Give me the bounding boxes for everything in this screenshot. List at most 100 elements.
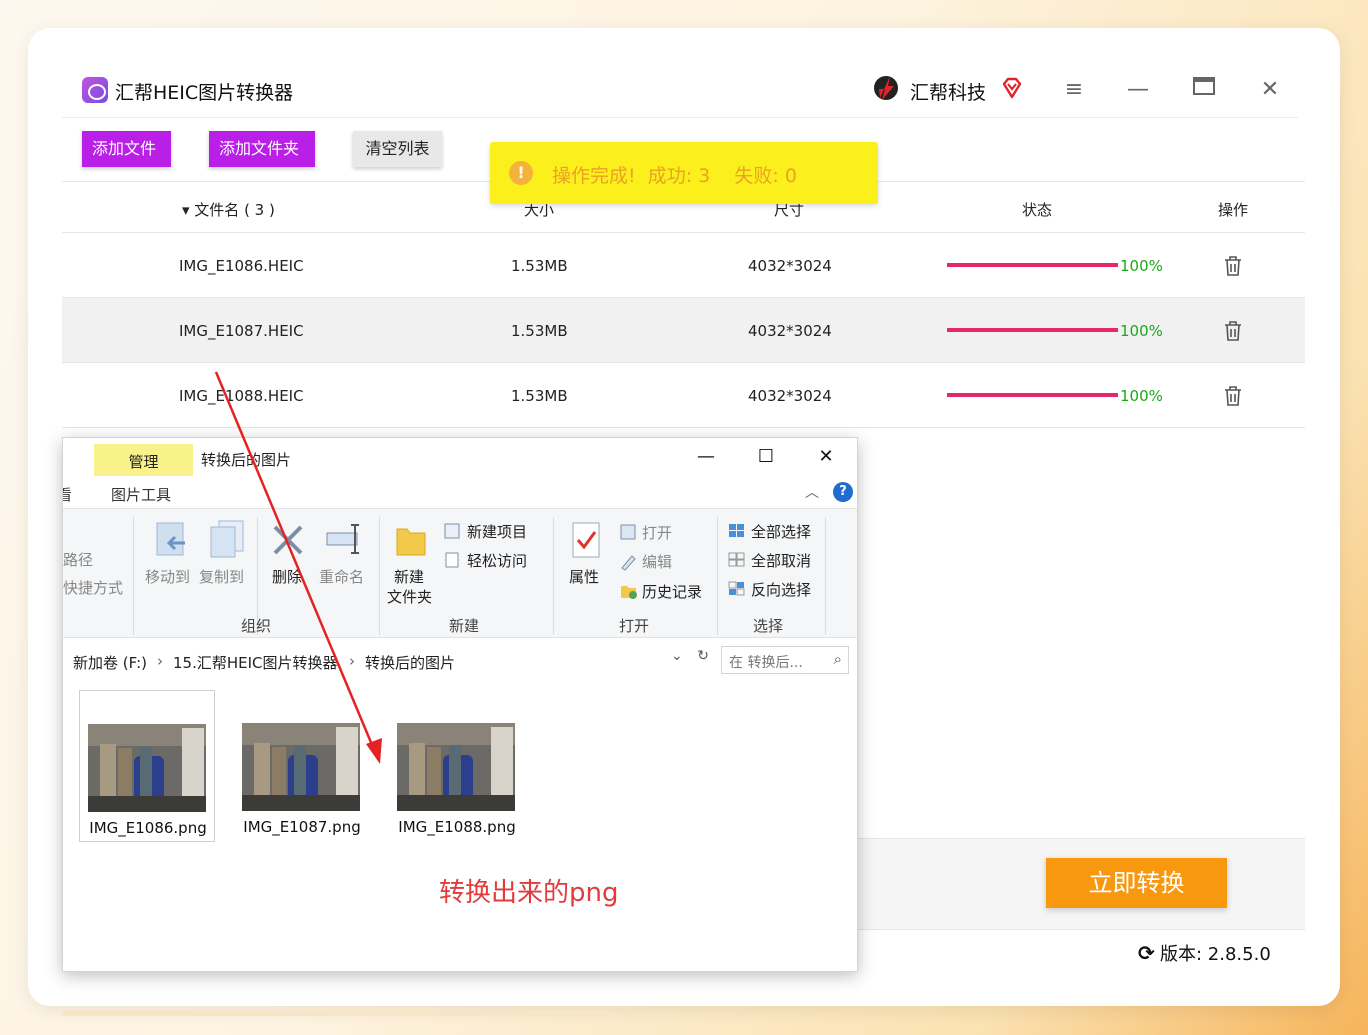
easy-access-button[interactable]: 轻松访问 [467,550,527,571]
app-logo-icon [82,77,108,103]
paste-shortcut-button[interactable]: 快捷方式 [63,577,123,598]
file-explorer-window: 管理 转换后的图片 — ☐ ✕ 看 图片工具 ︿ ? 路径 快捷方式 移动到 复… [62,437,858,972]
copy-to-button[interactable]: 复制到 [199,566,244,587]
add-folder-button[interactable]: 添加文件夹 [209,131,315,167]
tab-manage[interactable]: 管理 [94,444,193,476]
explorer-maximize-icon[interactable]: ☐ [751,446,781,470]
image-thumbnail [88,724,206,812]
invert-selection-button[interactable]: 反向选择 [751,579,811,600]
edit-icon [621,555,636,571]
column-header-name[interactable]: ▾ 文件名 ( 3 ) [182,199,275,220]
file-size: 1.53MB [511,387,568,405]
annotation-caption: 转换出来的png [439,878,619,908]
delete-icon [273,525,303,555]
file-name: IMG_E1086.png [89,819,207,837]
table-row[interactable]: IMG_E1088.HEIC 1.53MB 4032*3024 100% [62,363,1305,428]
progress-label: 100% [1120,387,1163,405]
image-thumbnail [242,723,360,811]
breadcrumb-current-folder[interactable]: 转换后的图片 [365,652,455,673]
new-item-icon [444,523,460,539]
history-icon [621,586,637,599]
new-folder-button-line2[interactable]: 文件夹 [387,586,432,607]
open-button[interactable]: 打开 [642,522,672,543]
file-name: IMG_E1088.png [398,818,516,836]
file-name: IMG_E1086.HEIC [179,257,304,275]
invert-selection-icon [728,581,745,596]
group-organize-label: 组织 [241,617,272,635]
trash-icon[interactable] [1223,255,1243,277]
file-item[interactable]: IMG_E1088.png [389,690,525,842]
vip-diamond-icon[interactable] [1000,76,1024,100]
bottom-strip [62,1010,612,1016]
edit-button[interactable]: 编辑 [642,551,672,572]
version-number: 2.8.5.0 [1207,944,1271,965]
explorer-title: 转换后的图片 [201,451,292,469]
breadcrumb-separator-icon: › [157,652,163,670]
collapse-ribbon-icon[interactable]: ︿ [805,482,819,502]
file-size: 1.53MB [511,257,568,275]
file-size: 1.53MB [511,322,568,340]
breadcrumb-app-folder[interactable]: 15.汇帮HEIC图片转换器 [173,652,338,673]
properties-icon [572,522,600,558]
clear-list-button[interactable]: 清空列表 [353,131,442,167]
brand-logo-icon [874,76,898,100]
new-item-button[interactable]: 新建项目 [467,521,527,542]
history-button[interactable]: 历史记录 [642,581,702,602]
move-to-icon [156,522,185,556]
table-row[interactable]: IMG_E1087.HEIC 1.53MB 4032*3024 100% [62,298,1305,363]
explorer-minimize-icon[interactable]: — [691,446,721,470]
tab-view[interactable]: 看 [63,484,72,505]
rename-icon [326,524,359,554]
search-input[interactable]: 在 转换后... ⌕ [721,646,849,674]
search-icon: ⌕ [833,650,842,668]
new-folder-icon [396,528,426,556]
column-header-action: 操作 [1218,201,1249,219]
progress-bar [947,328,1118,332]
file-dimensions: 4032*3024 [748,257,832,275]
file-item[interactable]: IMG_E1086.png [79,690,215,842]
success-toast: ! 操作完成! 成功: 3 失败: 0 [490,142,878,204]
toast-message: 操作完成! 成功: 3 失败: 0 [552,165,797,187]
tab-picture-tools[interactable]: 图片工具 [111,484,171,505]
file-item[interactable]: IMG_E1087.png [234,690,370,842]
refresh-address-icon[interactable]: ↻ [697,648,709,664]
copy-to-icon [210,520,244,558]
rename-button[interactable]: 重命名 [319,566,364,587]
trash-icon[interactable] [1223,320,1243,342]
progress-bar [947,263,1118,267]
add-file-button[interactable]: 添加文件 [82,131,171,167]
close-icon[interactable]: ✕ [1256,76,1284,104]
convert-now-button[interactable]: 立即转换 [1046,858,1227,908]
file-name: IMG_E1088.HEIC [179,387,304,405]
open-icon [620,524,636,540]
menu-icon[interactable]: ≡ [1060,76,1088,104]
table-row[interactable]: IMG_E1086.HEIC 1.53MB 4032*3024 100% [62,233,1305,298]
app-title: 汇帮HEIC图片转换器 [115,82,294,104]
select-none-button[interactable]: 全部取消 [751,550,811,571]
trash-icon[interactable] [1223,385,1243,407]
file-name: IMG_E1087.HEIC [179,322,304,340]
image-thumbnail [397,723,515,811]
address-tools: ⌄ ↻ [671,648,709,664]
delete-button[interactable]: 删除 [272,566,302,587]
properties-button[interactable]: 属性 [569,566,599,587]
select-all-button[interactable]: 全部选择 [751,521,811,542]
move-to-button[interactable]: 移动到 [145,566,190,587]
select-none-icon [728,552,745,567]
new-folder-button-line1[interactable]: 新建 [394,566,424,587]
version-label: 版本: [1160,944,1208,965]
minimize-icon[interactable]: — [1124,76,1152,104]
copy-path-button[interactable]: 路径 [63,549,93,570]
search-placeholder: 在 转换后... [729,655,803,671]
progress-label: 100% [1120,257,1163,275]
maximize-icon[interactable] [1190,76,1218,104]
help-icon[interactable]: ? [833,482,853,502]
breadcrumb-drive[interactable]: 新加卷 (F:) [73,652,147,673]
refresh-icon[interactable]: ⟳ [1138,941,1160,965]
column-header-status: 状态 [1022,201,1053,219]
version-info: ⟳ 版本: 2.8.5.0 [1138,940,1271,966]
explorer-close-icon[interactable]: ✕ [811,446,841,470]
address-bar[interactable]: 新加卷 (F:) › 15.汇帮HEIC图片转换器 › 转换后的图片 [63,646,713,676]
address-history-icon[interactable]: ⌄ [671,648,683,664]
easy-access-icon [445,552,459,568]
